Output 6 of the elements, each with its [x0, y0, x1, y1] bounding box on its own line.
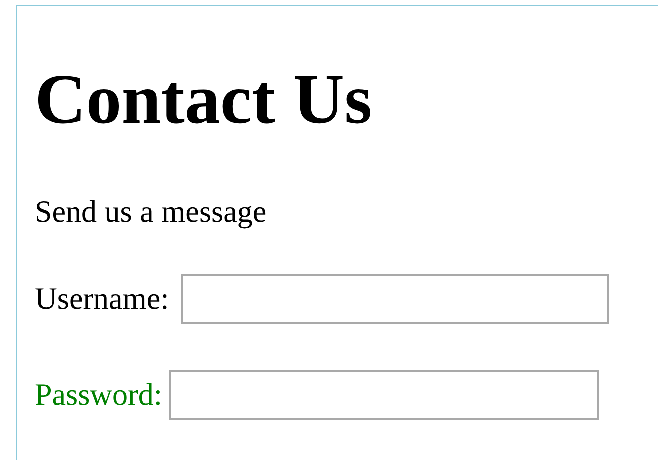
- field-label: Username:: [35, 280, 170, 318]
- intro-text: Send us a message: [35, 193, 268, 231]
- text-field[interactable]: [181, 274, 610, 324]
- field-label: Password:: [35, 376, 162, 414]
- page-heading: Contact Us: [35, 60, 374, 138]
- text-field[interactable]: [169, 370, 600, 420]
